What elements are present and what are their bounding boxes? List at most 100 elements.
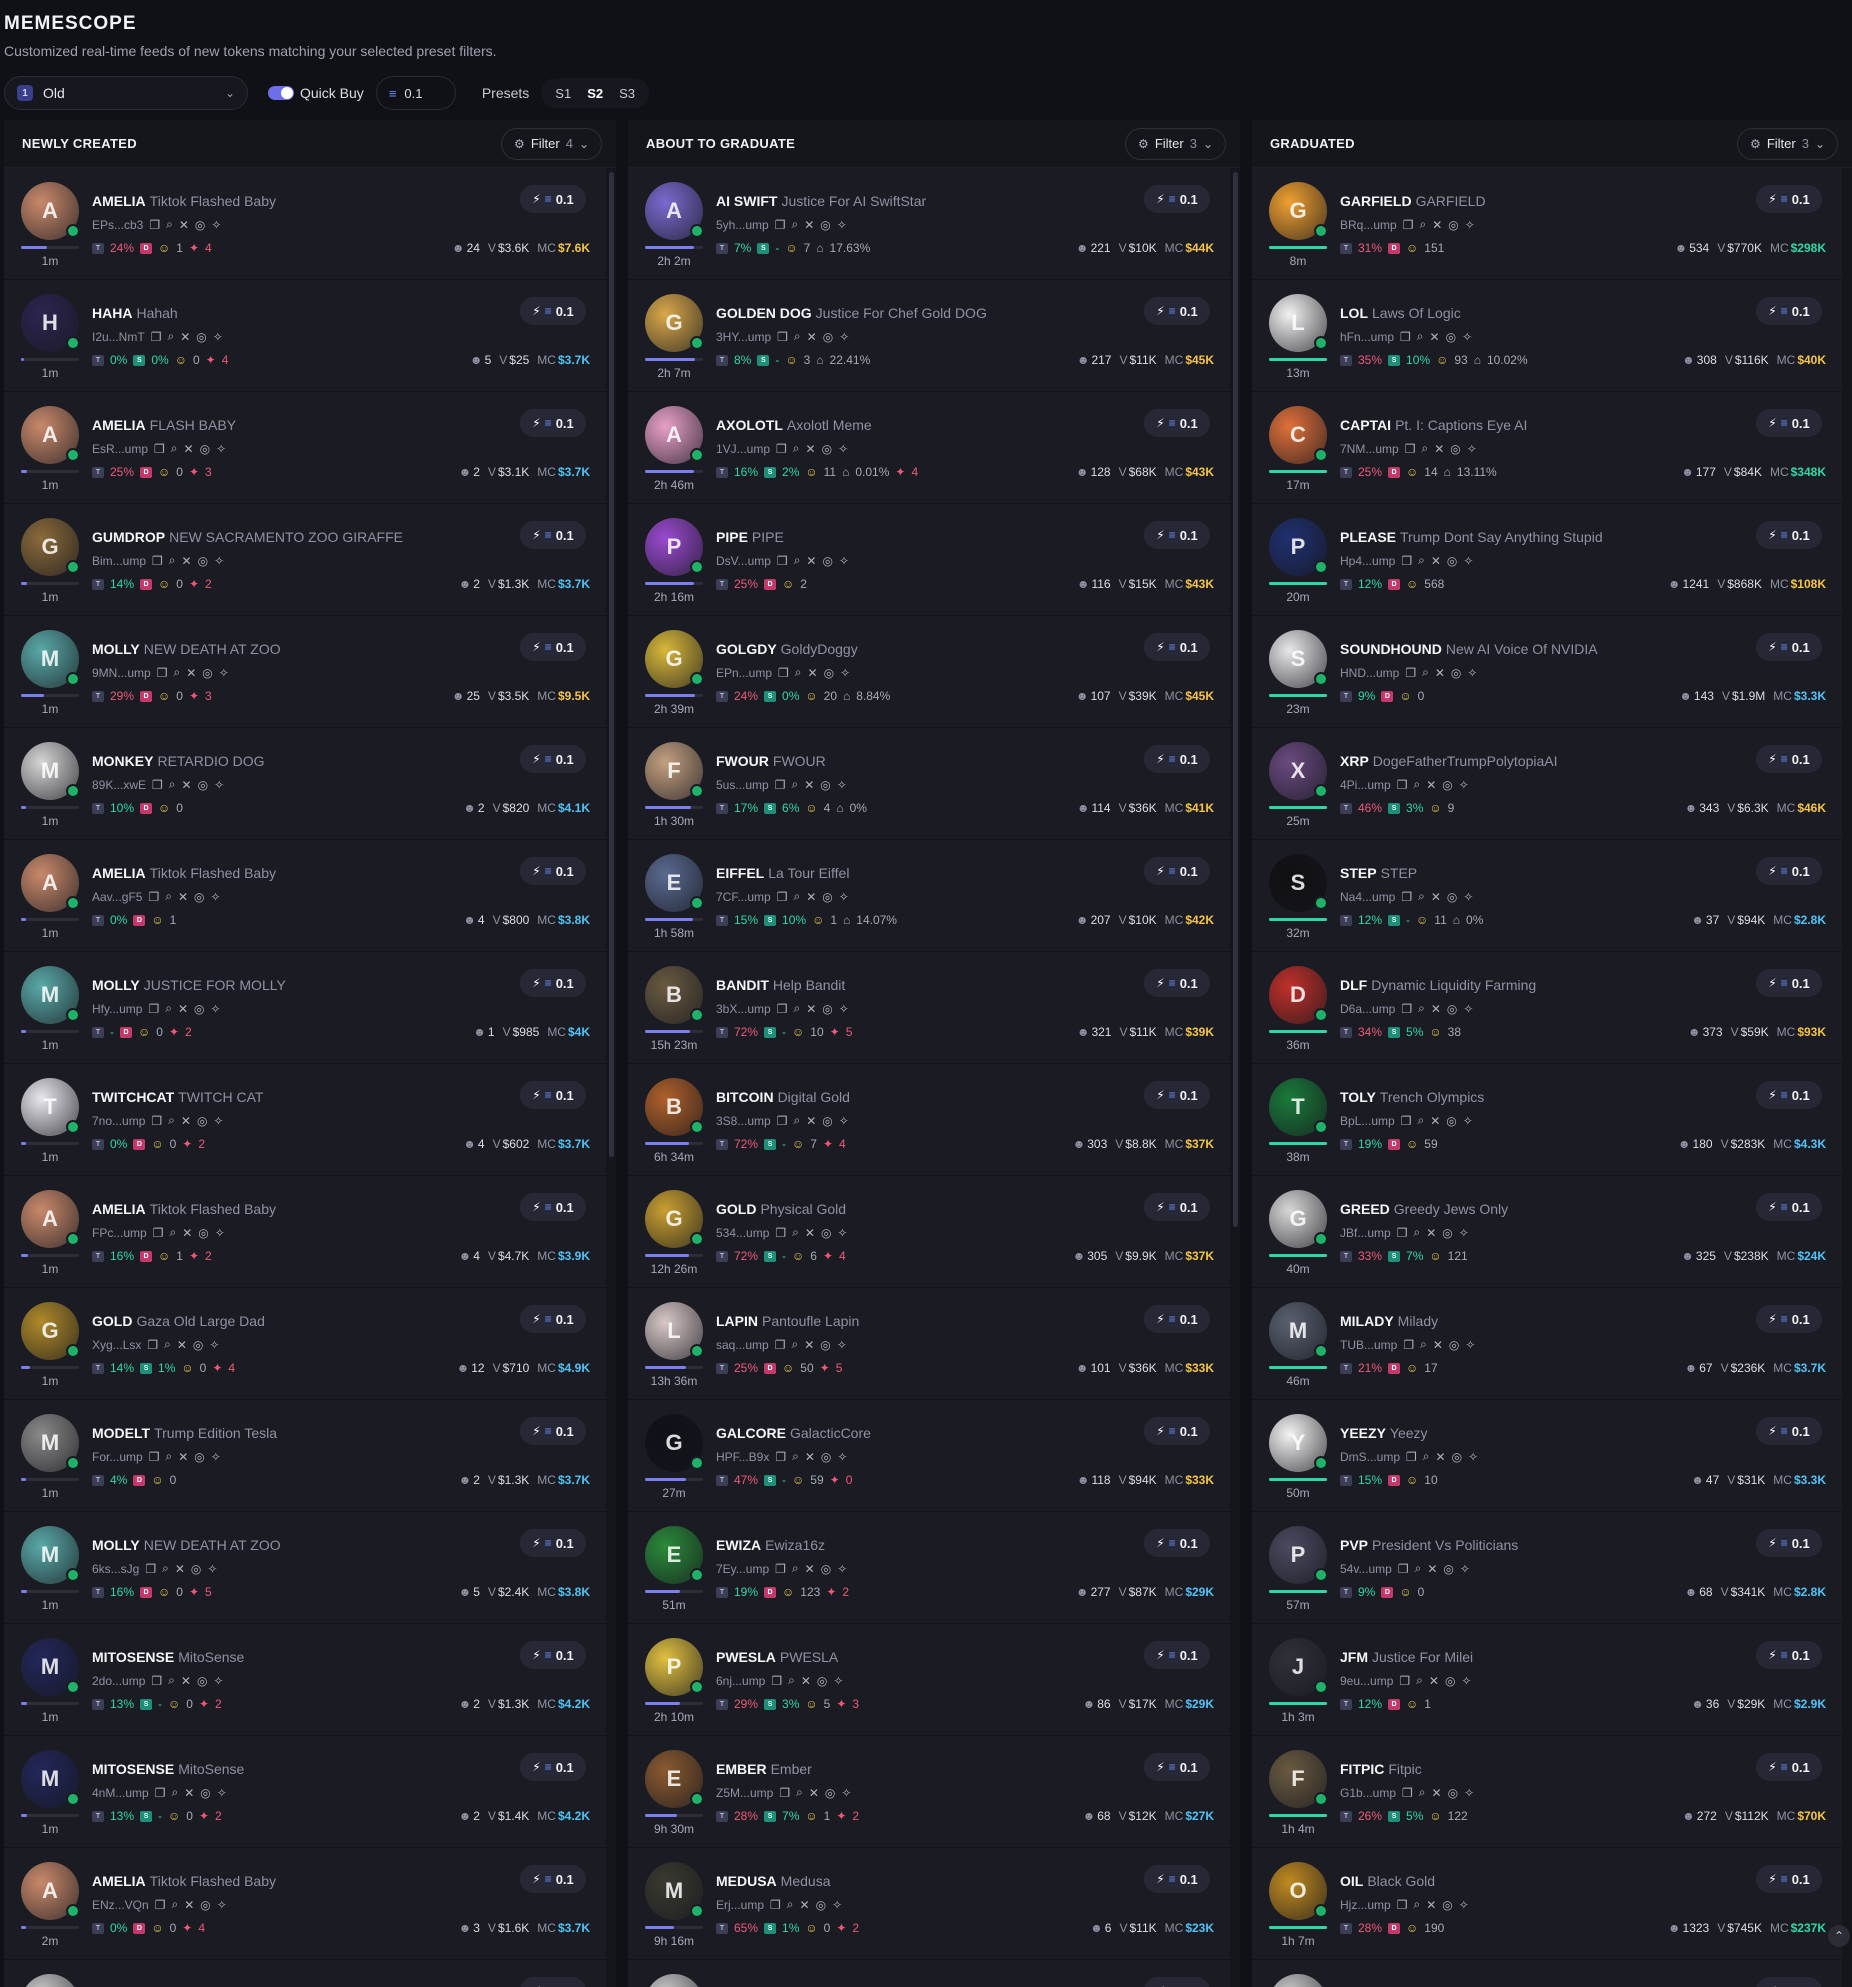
- website-icon[interactable]: ◎: [822, 890, 832, 904]
- copy-icon[interactable]: ❐: [148, 890, 159, 904]
- pill-icon[interactable]: ✧: [216, 442, 226, 456]
- preset-s3[interactable]: S3: [613, 82, 641, 105]
- website-icon[interactable]: ◎: [1443, 1562, 1453, 1576]
- pill-icon[interactable]: ✧: [837, 1226, 847, 1240]
- pill-icon[interactable]: ✧: [837, 218, 847, 232]
- token-card[interactable]: G 1m GOLD Gaza Old Large Dad Xyg...Lsx ❐ ⌕ ✕ ◎ ✧ T…: [4, 1288, 606, 1400]
- x-icon[interactable]: ✕: [1429, 1674, 1439, 1688]
- x-icon[interactable]: ✕: [804, 1338, 814, 1352]
- quick-buy-button[interactable]: ⚡≡0.1: [520, 633, 586, 661]
- search-icon[interactable]: ⌕: [793, 441, 800, 456]
- website-icon[interactable]: ◎: [1452, 1450, 1462, 1464]
- search-icon[interactable]: ⌕: [1415, 1561, 1422, 1576]
- scrollbar[interactable]: [609, 172, 614, 1987]
- search-icon[interactable]: ⌕: [791, 217, 798, 232]
- token-card[interactable]: GGSCFGold Smoking Chicken Fish⚡≡0.1: [1252, 1960, 1842, 1987]
- token-card[interactable]: B 15h 23m BANDIT Help Bandit 3bX...ump ❐ ⌕ ✕ ◎ ✧ T…: [628, 952, 1230, 1064]
- pill-icon[interactable]: ✧: [213, 330, 223, 344]
- feed-select[interactable]: 1 Old ⌄: [4, 76, 248, 110]
- search-icon[interactable]: ⌕: [171, 1897, 178, 1912]
- search-icon[interactable]: ⌕: [169, 777, 176, 792]
- x-icon[interactable]: ✕: [800, 1898, 810, 1912]
- website-icon[interactable]: ◎: [202, 666, 212, 680]
- x-icon[interactable]: ✕: [184, 442, 194, 456]
- token-card[interactable]: A 2h 46m AXOLOTL Axolotl Meme 1VJ...ump ❐ ⌕ ✕ ◎ ✧…: [628, 392, 1230, 504]
- quick-buy-button[interactable]: ⚡≡0.1: [520, 857, 586, 885]
- avatar[interactable]: P: [645, 518, 704, 576]
- quick-buy-button[interactable]: ⚡≡0.1: [1144, 633, 1210, 661]
- token-card[interactable]: A 1m AMELIA Tiktok Flashed Baby FPc...ump ❐ ⌕ ✕…: [4, 1176, 606, 1288]
- token-card[interactable]: D 36m DLF Dynamic Liquidity Farming D6a...um…: [1252, 952, 1842, 1064]
- quick-buy-button[interactable]: ⚡≡0.1: [1144, 1529, 1210, 1557]
- quick-buy-button[interactable]: ⚡≡0.1: [1756, 1305, 1822, 1333]
- token-card[interactable]: A 2m AMELIA Tiktok Flashed Baby ENz...VQn ❐ ⌕ ✕…: [4, 1848, 606, 1960]
- copy-icon[interactable]: ❐: [155, 1898, 166, 1912]
- search-icon[interactable]: ⌕: [165, 1001, 172, 1016]
- token-card[interactable]: T 38m TOLY Trench Olympics BpL...ump ❐ ⌕ ✕ ◎ ✧ T 19…: [1252, 1064, 1842, 1176]
- copy-icon[interactable]: ❐: [777, 890, 788, 904]
- token-card[interactable]: M 1m MONKEY RETARDIO DOG 89K...xwE ❐ ⌕ ✕ ◎ ✧ T 10% D…: [4, 728, 606, 840]
- avatar[interactable]: R: [21, 1974, 79, 1987]
- search-icon[interactable]: ⌕: [165, 889, 172, 904]
- search-icon[interactable]: ⌕: [1419, 217, 1426, 232]
- x-icon[interactable]: ✕: [184, 1898, 194, 1912]
- quick-buy-button[interactable]: ⚡≡0.1: [1756, 857, 1822, 885]
- website-icon[interactable]: ◎: [822, 554, 832, 568]
- x-icon[interactable]: ✕: [806, 1002, 816, 1016]
- quick-buy-button[interactable]: ⚡≡0.1: [1756, 633, 1822, 661]
- copy-icon[interactable]: ❐: [1406, 1450, 1417, 1464]
- search-icon[interactable]: ⌕: [1416, 1673, 1423, 1688]
- website-icon[interactable]: ◎: [1446, 330, 1456, 344]
- pill-icon[interactable]: ✧: [833, 1674, 843, 1688]
- token-card[interactable]: Y 50m YEEZY Yeezy DmS...ump ❐ ⌕ ✕ ◎ ✧ T 15% D ☺ 10 ☻ 47 V…: [1252, 1400, 1842, 1512]
- copy-icon[interactable]: ❐: [1401, 554, 1412, 568]
- x-icon[interactable]: ✕: [178, 1450, 188, 1464]
- x-icon[interactable]: ✕: [804, 218, 814, 232]
- quick-buy-button[interactable]: ⚡≡0.1: [1144, 1305, 1210, 1333]
- avatar[interactable]: J: [1269, 1638, 1328, 1696]
- x-icon[interactable]: ✕: [1435, 666, 1445, 680]
- pill-icon[interactable]: ✧: [214, 554, 224, 568]
- quick-buy-button[interactable]: ⚡≡0.1: [1144, 297, 1210, 325]
- website-icon[interactable]: ◎: [191, 1562, 201, 1576]
- filter-button[interactable]: ⚙ Filter 3 ⌄: [1737, 127, 1838, 160]
- search-icon[interactable]: ⌕: [794, 329, 801, 344]
- token-list[interactable]: A 1m AMELIA Tiktok Flashed Baby EPs...cb3 ❐ ⌕ ✕…: [4, 168, 606, 1987]
- quick-buy-button[interactable]: ⚡≡0.1: [1144, 1193, 1210, 1221]
- website-icon[interactable]: ◎: [194, 890, 204, 904]
- avatar[interactable]: E: [645, 1750, 704, 1808]
- toggle-switch[interactable]: [268, 86, 294, 100]
- search-icon[interactable]: ⌕: [793, 1113, 800, 1128]
- token-card[interactable]: F 1h 4m FITPIC Fitpic G1b...ump ❐ ⌕ ✕ ◎ ✧ T 26% S 5% ☺…: [1252, 1736, 1842, 1848]
- quick-buy-button[interactable]: ⚡≡0.1: [1144, 185, 1210, 213]
- quick-buy-button[interactable]: ⚡≡0.1: [520, 1641, 586, 1669]
- copy-icon[interactable]: ❐: [1399, 1674, 1410, 1688]
- x-icon[interactable]: ✕: [184, 1786, 194, 1800]
- pill-icon[interactable]: ✧: [213, 1674, 223, 1688]
- avatar[interactable]: M: [21, 1750, 80, 1808]
- quick-buy-button[interactable]: ⚡≡0.1: [1756, 1529, 1822, 1557]
- token-card[interactable]: J 1h 3m JFM Justice For Milei 9eu...ump ❐ ⌕ ✕ ◎ ✧…: [1252, 1624, 1842, 1736]
- x-icon[interactable]: ✕: [806, 1114, 816, 1128]
- copy-icon[interactable]: ❐: [157, 666, 168, 680]
- x-icon[interactable]: ✕: [1431, 890, 1441, 904]
- search-icon[interactable]: ⌕: [793, 1001, 800, 1016]
- avatar[interactable]: B: [645, 966, 704, 1024]
- token-card[interactable]: PPLDAYPLDay⚡≡0.1: [628, 1960, 1230, 1987]
- avatar[interactable]: G: [645, 1414, 704, 1472]
- copy-icon[interactable]: ❐: [777, 330, 788, 344]
- avatar[interactable]: H: [21, 294, 80, 352]
- quick-buy-button[interactable]: ⚡≡0.1: [520, 1753, 586, 1781]
- quick-buy-button[interactable]: ⚡≡0.1: [520, 1865, 586, 1893]
- avatar[interactable]: P: [645, 1974, 703, 1987]
- avatar[interactable]: G: [21, 1302, 80, 1360]
- avatar[interactable]: G: [21, 518, 80, 576]
- pill-icon[interactable]: ✧: [837, 1338, 847, 1352]
- quick-buy-button[interactable]: ⚡≡0.1: [520, 1977, 586, 1987]
- quick-buy-button[interactable]: ⚡≡0.1: [1144, 1865, 1210, 1893]
- copy-icon[interactable]: ❐: [1401, 1114, 1412, 1128]
- token-card[interactable]: C 17m CAPTAI Pt. I: Captions Eye AI 7NM...um…: [1252, 392, 1842, 504]
- quick-buy-button[interactable]: ⚡≡0.1: [1756, 969, 1822, 997]
- x-icon[interactable]: ✕: [178, 890, 188, 904]
- scrollbar-thumb[interactable]: [1233, 172, 1238, 1227]
